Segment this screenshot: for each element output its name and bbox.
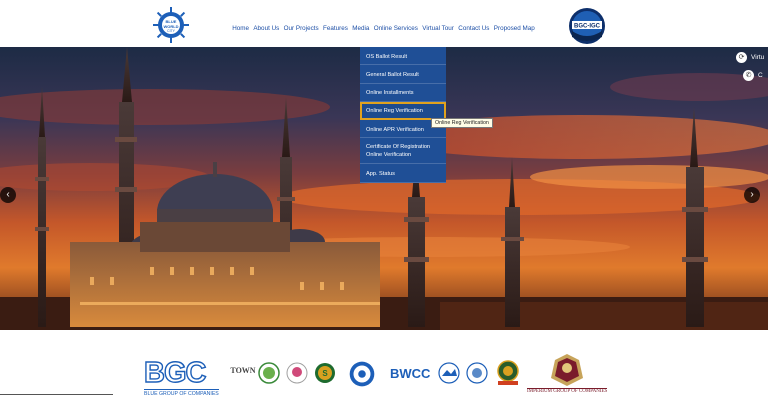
imperium-logo[interactable] — [547, 348, 587, 388]
bgc-logo-subtitle: BLUE GROUP OF COMPANIES — [144, 389, 219, 397]
bgc-logo[interactable]: BGC BLUE GROUP OF COMPANIES — [143, 357, 219, 397]
slider-prev-arrow-icon[interactable]: ‹ — [0, 187, 16, 203]
green-circle-logo[interactable] — [258, 362, 280, 384]
bgc-igc-logo-text: BGC-IGC — [574, 24, 601, 30]
blue-hills-logo[interactable] — [438, 362, 460, 384]
divider — [0, 394, 113, 395]
svg-text:CITY: CITY — [167, 29, 175, 33]
tooltip: Online Reg Verification — [431, 118, 493, 128]
nav-online-services[interactable]: Online Services — [372, 25, 420, 32]
nav-contact-us[interactable]: Contact Us — [456, 25, 492, 32]
virtual-tour-icon: ⟳ — [736, 52, 747, 63]
town-logo-text: TOWN — [230, 366, 255, 375]
nav-features[interactable]: Features — [321, 25, 350, 32]
menu-item-os-ballot-result[interactable]: OS Ballot Result — [360, 47, 446, 66]
blue-world-city-footer-logo[interactable] — [344, 356, 380, 392]
nav-proposed-map[interactable]: Proposed Map — [492, 25, 537, 32]
imperium-logo-text: IMPERIUM GROUP OF COMPANIES — [527, 388, 608, 394]
nav-media[interactable]: Media — [350, 25, 372, 32]
smart-city-logo[interactable]: S — [314, 362, 336, 384]
online-services-dropdown: OS Ballot Result General Ballot Result O… — [360, 47, 446, 183]
main-nav: Home About Us Our Projects Features Medi… — [230, 25, 537, 32]
blue-world-city-logo[interactable]: BLUE WORLD CITY — [152, 6, 190, 44]
town-logo[interactable]: TOWN — [228, 360, 258, 380]
slider-next-arrow-icon[interactable]: › — [744, 187, 760, 203]
nav-virtual-tour[interactable]: Virtual Tour — [420, 25, 456, 32]
phone-icon: ✆ — [743, 70, 754, 81]
bgc-logo-text: BGC — [143, 357, 207, 389]
menu-item-certificate-of-registration[interactable]: Certificate Of Registration Online Verif… — [360, 138, 446, 165]
call-side-link[interactable]: ✆ C — [743, 70, 763, 81]
call-side-label: C — [758, 72, 763, 79]
bwcc-logo-text: BWCC — [390, 366, 431, 381]
bgc-igc-logo[interactable]: BGC-IGC — [568, 7, 606, 45]
site-header: BLUE WORLD CITY Home About Us Our Projec… — [0, 0, 768, 48]
menu-item-app-status[interactable]: App. Status — [360, 164, 446, 183]
nav-about-us[interactable]: About Us — [251, 25, 281, 32]
svg-text:S: S — [322, 369, 328, 378]
menu-item-general-ballot-result[interactable]: General Ballot Result — [360, 65, 446, 84]
virtual-tour-side-label: Virtu — [751, 54, 765, 61]
menu-item-online-installments[interactable]: Online Installments — [360, 84, 446, 102]
nav-our-projects[interactable]: Our Projects — [281, 25, 320, 32]
partner-logos: BGC BLUE GROUP OF COMPANIES TOWN S BWCC — [0, 330, 768, 403]
virtual-tour-side-link[interactable]: ⟳ Virtu — [736, 52, 764, 63]
bwcc-logo[interactable]: BWCC — [388, 362, 434, 384]
school-system-logo[interactable] — [496, 360, 520, 386]
pink-circle-logo[interactable] — [286, 362, 308, 384]
page: BLUE WORLD CITY Home About Us Our Projec… — [0, 0, 768, 403]
islamabad-logo[interactable] — [466, 362, 488, 384]
nav-home[interactable]: Home — [230, 25, 251, 32]
